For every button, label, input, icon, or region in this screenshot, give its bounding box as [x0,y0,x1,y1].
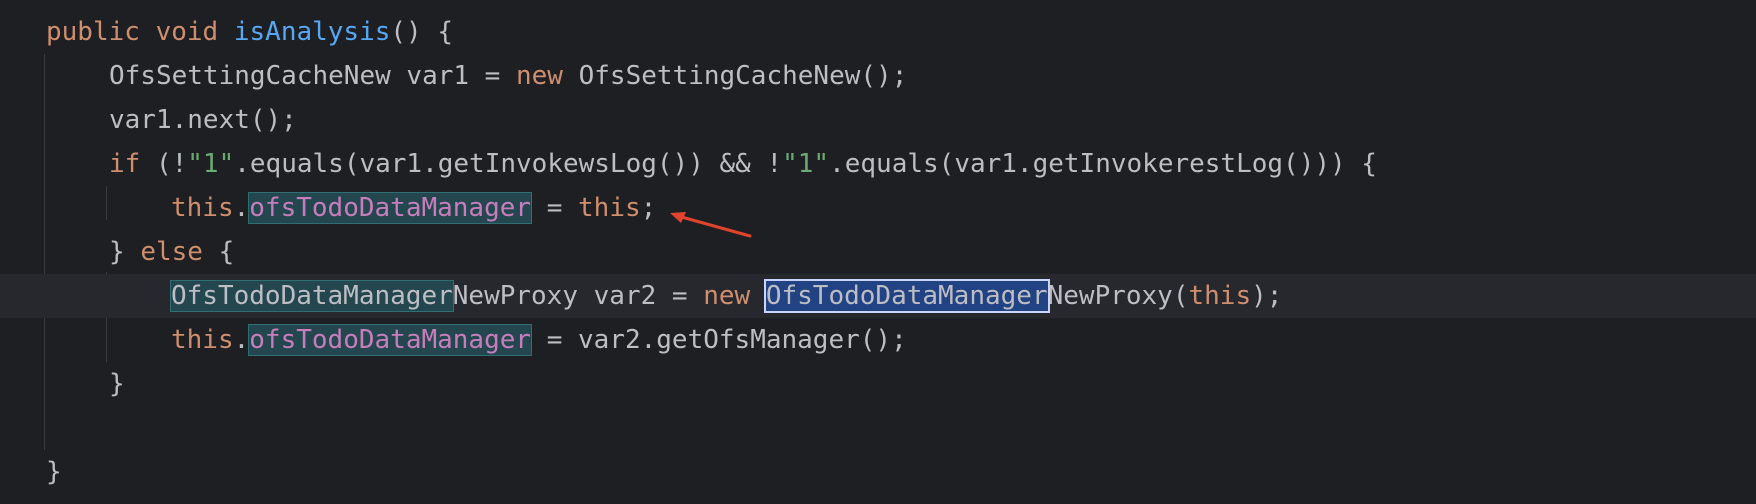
string-literal: "1" [187,149,235,179]
method-name[interactable]: isAnalysis [234,17,391,47]
keyword-this: this [171,193,234,223]
keyword-new: new [516,61,563,91]
keyword-if: if [109,149,141,179]
code-text: } [109,362,125,406]
code-token: { [202,237,235,267]
code-token: } [46,457,62,487]
code-line[interactable]: this.ofsTodoDataManager = this; [0,186,1756,230]
code-text: OfsTodoDataManagerNewProxy var2 = new Of… [170,274,1283,318]
code-text: this.ofsTodoDataManager = this; [171,186,656,230]
code-line-current[interactable]: OfsTodoDataManagerNewProxy var2 = new Of… [0,274,1756,318]
code-editor[interactable]: public void isAnalysis() { OfsSettingCac… [0,0,1756,504]
keyword-else: else [140,237,203,267]
code-line[interactable]: } [0,362,1756,406]
keyword-void: void [155,17,219,47]
code-token: NewProxy( [1047,281,1189,311]
code-line[interactable]: OfsSettingCacheNew var1 = new OfsSetting… [0,54,1756,98]
code-token: = [531,193,579,223]
code-text: OfsSettingCacheNew var1 = new OfsSetting… [109,54,907,98]
string-literal: "1" [782,149,830,179]
field-usage-highlight[interactable]: ofsTodoDataManager [248,324,533,356]
code-token: ; [640,193,657,223]
code-token: } [109,369,125,399]
code-line[interactable]: this.ofsTodoDataManager = var2.getOfsMan… [0,318,1756,362]
code-token: () { [390,17,454,47]
code-line[interactable]: public void isAnalysis() { [0,10,1756,54]
code-token: .equals(var1.getInvokerestLog())) { [829,149,1377,179]
code-token: = var2.getOfsManager(); [531,325,907,355]
code-text: var1.next(); [109,98,297,142]
code-token: OfsSettingCacheNew var1 = [109,61,516,91]
field-usage-highlight[interactable]: ofsTodoDataManager [248,192,533,224]
keyword-public: public [46,17,140,47]
class-usage-caret-highlight[interactable]: OfsTodoDataManager [763,279,1050,313]
code-line[interactable]: } else { [0,230,1756,274]
code-line[interactable]: var1.next(); [0,98,1756,142]
class-usage-highlight[interactable]: OfsTodoDataManager [170,280,454,312]
code-token: .equals(var1.getInvokewsLog()) && ! [234,149,783,179]
keyword-this: this [171,325,234,355]
code-text: } [46,450,62,494]
code-text: if (!"1".equals(var1.getInvokewsLog()) &… [109,142,1377,186]
keyword-new: new [703,281,751,311]
code-text: } else { [109,230,234,274]
code-token: ); [1251,281,1283,311]
code-token: . [233,325,250,355]
arrow-icon [670,212,752,238]
code-token: OfsSettingCacheNew(); [562,61,908,91]
code-token: var1.next(); [109,105,297,135]
keyword-this: this [578,193,641,223]
code-token: } [109,237,141,267]
code-token: (! [140,149,188,179]
code-text: public void isAnalysis() { [46,10,453,54]
code-line[interactable]: } [0,450,1756,494]
keyword-this: this [1188,281,1252,311]
code-token: NewProxy var2 = [452,281,704,311]
code-line[interactable]: if (!"1".equals(var1.getInvokewsLog()) &… [0,142,1756,186]
code-token: . [233,193,250,223]
code-text: this.ofsTodoDataManager = var2.getOfsMan… [171,318,907,362]
